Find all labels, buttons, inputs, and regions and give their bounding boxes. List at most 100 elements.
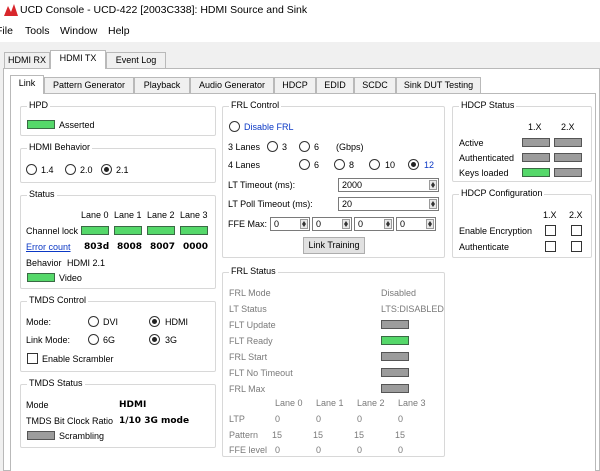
lanes-4-rate-8-label: 8: [349, 160, 355, 170]
hdmi-behavior-2-0-radio[interactable]: [65, 164, 76, 175]
tmds-bit-clock-ratio-label: TMDS Bit Clock Ratio: [26, 416, 114, 426]
pattern-label: Pattern: [229, 430, 259, 440]
lanes-4-rate-10-radio[interactable]: [369, 159, 380, 170]
hdcp-keys-loaded-2x-led: [554, 168, 582, 177]
error-count-link[interactable]: Error count: [26, 242, 71, 252]
ffe-max-lane-2-spinner[interactable]: [384, 219, 392, 229]
ffe-level-lane-2: 0: [357, 445, 363, 455]
disable-frl-label: Disable FRL: [244, 122, 294, 132]
tab-scdc[interactable]: SCDC: [354, 77, 396, 94]
hdmi-behavior-1-4-label: 1.4: [41, 165, 54, 175]
lane-2-header: Lane 2: [147, 210, 175, 220]
enable-scrambler-checkbox[interactable]: [27, 353, 38, 364]
hdcp-keys-loaded-label: Keys loaded: [459, 168, 509, 178]
ffe-max-lane-3-spinner[interactable]: [426, 219, 434, 229]
frl-lane-1-header: Lane 1: [316, 398, 344, 408]
tmds-mode-label: Mode:: [26, 317, 52, 327]
menu-tools[interactable]: Tools: [25, 25, 50, 37]
tab-event-log[interactable]: Event Log: [106, 52, 166, 69]
menu-bar: File Tools Window Help: [0, 22, 600, 42]
tmds-mode-dvi-radio[interactable]: [88, 316, 99, 327]
lanes-4-rate-8-radio[interactable]: [334, 159, 345, 170]
ffe-max-lane-0-input[interactable]: 0: [270, 217, 310, 231]
ffe-level-lane-3: 0: [398, 445, 404, 455]
authenticate-2x-checkbox[interactable]: [571, 241, 582, 252]
ffe-max-label: FFE Max:: [228, 219, 268, 229]
tab-hdmi-tx[interactable]: HDMI TX: [50, 50, 106, 69]
ffe-max-lane-1-input[interactable]: 0: [312, 217, 352, 231]
tab-playback[interactable]: Playback: [134, 77, 190, 94]
tmds-status-title: TMDS Status: [27, 378, 85, 388]
menu-help[interactable]: Help: [108, 25, 130, 37]
link-training-button[interactable]: Link Training: [303, 237, 365, 254]
lanes-3-rate-6-radio[interactable]: [299, 141, 310, 152]
tmds-mode-dvi-label: DVI: [103, 317, 119, 327]
link-mode-label: Link Mode:: [26, 335, 71, 345]
enable-encryption-1x-checkbox[interactable]: [545, 225, 556, 236]
tab-hdmi-rx[interactable]: HDMI RX: [4, 52, 50, 69]
tab-edid[interactable]: EDID: [316, 77, 354, 94]
lanes-4-rate-10-label: 10: [385, 160, 396, 170]
ffe-max-lane-0-spinner[interactable]: [300, 219, 308, 229]
ffe-max-lane-2-input[interactable]: 0: [354, 217, 394, 231]
lt-status-label: LT Status: [229, 304, 267, 314]
menu-file[interactable]: File: [0, 25, 13, 37]
pattern-lane-3: 15: [395, 430, 406, 440]
hdcp-active-label: Active: [459, 138, 484, 148]
ffe-level-label: FFE level: [229, 445, 268, 455]
frl-mode-value: Disabled: [381, 288, 417, 298]
disable-frl-radio[interactable]: [229, 121, 240, 132]
hdmi-behavior-2-1-label: 2.1: [116, 165, 129, 175]
pattern-lane-1: 15: [313, 430, 324, 440]
ffe-max-lane-3-value: 0: [400, 219, 406, 229]
channel-lock-lane-2-led: [147, 226, 175, 235]
lt-status-value: LTS:DISABLED: [381, 304, 444, 314]
hdmi-behavior-1-4-radio[interactable]: [26, 164, 37, 175]
enable-encryption-2x-checkbox[interactable]: [571, 225, 582, 236]
ffe-level-lane-0: 0: [275, 445, 281, 455]
lt-timeout-input[interactable]: 2000: [338, 178, 439, 192]
lt-poll-timeout-input[interactable]: 20: [338, 197, 439, 211]
scrambling-label: Scrambling: [59, 431, 105, 441]
hpd-group: HPD Asserted: [20, 100, 216, 136]
link-mode-3g-radio[interactable]: [149, 334, 160, 345]
ffe-max-lane-1-spinner[interactable]: [342, 219, 350, 229]
menu-window[interactable]: Window: [60, 25, 97, 37]
hdcp-config-group: HDCP Configuration 1.X 2.X Enable Encryp…: [452, 188, 592, 258]
hdcp-keys-loaded-1x-led: [522, 168, 550, 177]
error-count-lane-0: 803d: [84, 242, 110, 252]
status-title: Status: [27, 189, 57, 199]
flt-no-timeout-label: FLT No Timeout: [229, 368, 293, 378]
hdmi-behavior-title: HDMI Behavior: [27, 142, 93, 152]
error-count-lane-2: 8007: [150, 242, 176, 252]
ffe-max-lane-3-input[interactable]: 0: [396, 217, 436, 231]
tab-hdcp[interactable]: HDCP: [274, 77, 316, 94]
tab-link[interactable]: Link: [10, 75, 44, 94]
tab-audio-generator[interactable]: Audio Generator: [190, 77, 274, 94]
tab-pattern-generator[interactable]: Pattern Generator: [44, 77, 134, 94]
ltp-lane-0: 0: [275, 414, 281, 424]
lanes-4-rate-6-radio[interactable]: [299, 159, 310, 170]
hdcp-active-2x-led: [554, 138, 582, 147]
lanes-4-rate-12-radio[interactable]: [408, 159, 419, 170]
lt-timeout-value: 2000: [342, 180, 363, 190]
pattern-lane-0: 15: [272, 430, 283, 440]
flt-update-label: FLT Update: [229, 320, 276, 330]
authenticate-1x-checkbox[interactable]: [545, 241, 556, 252]
lt-poll-timeout-spinner[interactable]: [429, 199, 437, 209]
tmds-mode-hdmi-radio[interactable]: [149, 316, 160, 327]
lt-poll-timeout-value: 20: [342, 199, 353, 209]
lt-timeout-spinner[interactable]: [429, 180, 437, 190]
lanes-3-rate-3-radio[interactable]: [267, 141, 278, 152]
frl-mode-label: FRL Mode: [229, 288, 271, 298]
hdcp-authenticated-2x-led: [554, 153, 582, 162]
tab-sink-dut-testing[interactable]: Sink DUT Testing: [396, 77, 481, 94]
link-mode-6g-radio[interactable]: [88, 334, 99, 345]
enable-scrambler-label: Enable Scrambler: [42, 354, 114, 364]
hdmi-behavior-2-1-radio[interactable]: [101, 164, 112, 175]
hpd-led: [27, 120, 55, 129]
ffe-max-lane-0-value: 0: [274, 219, 280, 229]
link-mode-3g-label: 3G: [165, 335, 178, 345]
lanes-4-label: 4 Lanes: [228, 160, 261, 170]
hdcp-config-1x-header: 1.X: [543, 210, 557, 220]
